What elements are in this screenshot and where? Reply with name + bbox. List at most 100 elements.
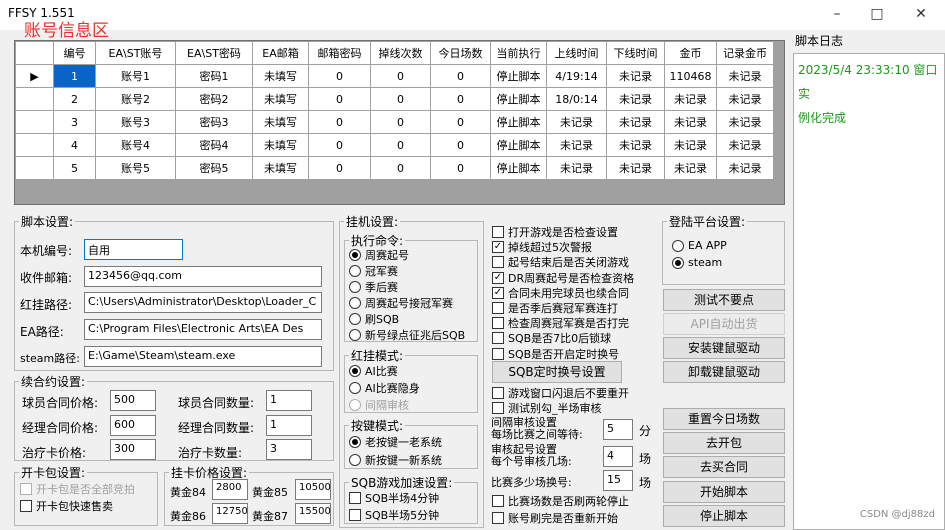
table-cell[interactable]: 2 (53, 87, 96, 111)
table-cell[interactable]: 0 (370, 110, 431, 134)
manager-price-input[interactable]: 600 (110, 415, 156, 436)
manager-qty-input[interactable]: 1 (266, 415, 312, 436)
interval-wait-input[interactable]: 5 (603, 419, 633, 440)
gold86-input[interactable]: 12750 (212, 503, 248, 524)
machine-number-input[interactable]: 自用 (84, 239, 183, 260)
table-cell[interactable]: 未填写 (252, 156, 309, 180)
two-round-stop-checkbox[interactable]: 比赛场数是否刷两轮停止 (492, 493, 629, 509)
table-cell[interactable]: 0 (308, 87, 371, 111)
disconnect-alert-checkbox[interactable]: ✓ 掉线超过5次警报 (492, 239, 592, 255)
email-input[interactable]: 123456@qq.com (84, 266, 322, 287)
table-cell[interactable]: 账号1 (95, 64, 176, 88)
exec-option-sqb[interactable]: 刷SQB (349, 311, 399, 327)
no-reopen-checkbox[interactable]: 游戏窗口闪退后不要重开 (492, 385, 629, 401)
table-cell[interactable]: 0 (308, 156, 371, 180)
pack-quick-sell-checkbox[interactable]: 开卡包快速售卖 (20, 498, 113, 514)
switch-count-input[interactable]: 15 (603, 470, 633, 491)
mode-option-ai[interactable]: AI比赛 (349, 363, 398, 379)
table-row[interactable]: 4 账号4 密码4 未填写 0 0 0 停止脚本 未记录 未记录 未记录 未记录 (15, 133, 774, 157)
table-cell[interactable]: 未填写 (252, 87, 309, 111)
restart-after-done-checkbox[interactable]: 账号刷完是否重新开始 (492, 510, 618, 526)
table-cell[interactable]: 未记录 (546, 156, 607, 180)
check-finished-checkbox[interactable]: 检查周赛冠军赛是否打完 (492, 315, 629, 331)
table-cell[interactable]: 未记录 (664, 133, 717, 157)
row-header[interactable] (15, 133, 54, 157)
table-cell[interactable]: 未记录 (606, 156, 665, 180)
renew-contract-checkbox[interactable]: ✓ 合同未用完球员也续合同 (492, 285, 629, 301)
log-panel[interactable]: 2023/5/4 23:33:10 窗口实 例化完成 (793, 53, 945, 530)
table-cell[interactable]: 18/0:14 (546, 87, 607, 111)
exec-option-weekly-champion[interactable]: 周赛起号接冠军赛 (349, 295, 453, 311)
col-header[interactable]: EA\ST账号 (95, 41, 176, 65)
table-cell[interactable]: 未记录 (546, 110, 607, 134)
gold87-input[interactable]: 15500 (295, 503, 331, 524)
table-cell[interactable]: 停止脚本 (490, 133, 547, 157)
table-cell[interactable]: 未记录 (664, 110, 717, 134)
table-cell[interactable]: 0 (430, 156, 491, 180)
table-cell[interactable]: 未记录 (716, 156, 774, 180)
table-cell[interactable]: 110468 (664, 64, 717, 88)
exec-option-playoff[interactable]: 季后赛 (349, 279, 398, 295)
open-pack-button[interactable]: 去开包 (663, 432, 785, 454)
col-header[interactable]: 记录金币 (716, 41, 774, 65)
col-header[interactable]: 邮箱密码 (308, 41, 371, 65)
buy-contract-button[interactable]: 去买合同 (663, 456, 785, 478)
table-cell[interactable]: 0 (308, 64, 371, 88)
heal-price-input[interactable]: 300 (110, 439, 156, 460)
row-header[interactable]: ▶ (15, 64, 54, 88)
platform-option-steam[interactable]: steam (672, 256, 722, 269)
heal-qty-input[interactable]: 3 (266, 439, 312, 460)
maximize-button[interactable]: □ (860, 2, 894, 26)
table-cell[interactable]: 0 (430, 110, 491, 134)
table-cell[interactable]: 未记录 (716, 87, 774, 111)
dr-qualify-checkbox[interactable]: ✓ DR周赛起号是否检查资格 (492, 270, 634, 286)
ea-path-input[interactable]: C:\Program Files\Electronic Arts\EA Des (84, 319, 322, 340)
col-header[interactable]: EA邮箱 (252, 41, 309, 65)
row-header[interactable] (15, 87, 54, 111)
table-cell[interactable]: 密码4 (175, 133, 253, 157)
table-cell[interactable]: 密码1 (175, 64, 253, 88)
reset-today-button[interactable]: 重置今日场数 (663, 408, 785, 430)
table-cell[interactable]: 0 (430, 64, 491, 88)
table-row[interactable]: 3 账号3 密码3 未填写 0 0 0 停止脚本 未记录 未记录 未记录 未记录 (15, 110, 774, 134)
gold84-input[interactable]: 2800 (212, 479, 248, 500)
pack-bid-all-checkbox[interactable]: 开卡包是否全部竞拍 (20, 481, 135, 497)
table-cell[interactable]: 未记录 (716, 110, 774, 134)
table-cell[interactable]: 账号3 (95, 110, 176, 134)
mode-option-interval[interactable]: 间隔审核 (349, 397, 409, 413)
table-cell[interactable]: 停止脚本 (490, 110, 547, 134)
steam-path-input[interactable]: E:\Game\Steam\steam.exe (84, 346, 322, 367)
key-option-new[interactable]: 新按键一新系统 (349, 452, 442, 468)
close-game-checkbox[interactable]: 起号结束后是否关闭游戏 (492, 254, 629, 270)
mode-option-ai-stealth[interactable]: AI比赛隐身 (349, 380, 420, 396)
table-cell[interactable]: 未填写 (252, 133, 309, 157)
table-cell[interactable]: 0 (308, 110, 371, 134)
sqb-timer-checkbox[interactable]: SQB是否开启定时换号 (492, 346, 619, 362)
table-cell[interactable]: 账号2 (95, 87, 176, 111)
table-cell[interactable]: 未记录 (606, 133, 665, 157)
redhang-path-input[interactable]: C:\Users\Administrator\Desktop\Loader_C (84, 292, 322, 313)
table-row[interactable]: 5 账号5 密码5 未填写 0 0 0 停止脚本 未记录 未记录 未记录 未记录 (15, 156, 774, 180)
table-cell[interactable]: 未记录 (606, 64, 665, 88)
row-header[interactable] (15, 110, 54, 134)
table-cell[interactable]: 密码2 (175, 87, 253, 111)
table-cell[interactable]: 0 (370, 133, 431, 157)
sqb-lock-checkbox[interactable]: SQB是否7比0后锁球 (492, 330, 611, 346)
key-option-old[interactable]: 老按键一老系统 (349, 434, 442, 450)
table-cell[interactable]: 未填写 (252, 110, 309, 134)
sqb-timer-settings-button[interactable]: SQB定时换号设置 (492, 361, 622, 383)
player-price-input[interactable]: 500 (110, 390, 156, 411)
table-cell[interactable]: 未填写 (252, 64, 309, 88)
table-cell[interactable]: 停止脚本 (490, 156, 547, 180)
table-cell[interactable]: 0 (430, 87, 491, 111)
col-header[interactable]: 金币 (664, 41, 717, 65)
start-script-button[interactable]: 开始脚本 (663, 481, 785, 503)
table-cell[interactable]: 未记录 (716, 133, 774, 157)
col-header[interactable]: 下线时间 (606, 41, 665, 65)
table-cell[interactable]: 4/19:14 (546, 64, 607, 88)
check-settings-checkbox[interactable]: 打开游戏是否检查设置 (492, 224, 618, 240)
table-cell[interactable]: 0 (370, 156, 431, 180)
table-cell[interactable]: 未记录 (606, 110, 665, 134)
table-cell[interactable]: 0 (308, 133, 371, 157)
table-cell[interactable]: 5 (53, 156, 96, 180)
